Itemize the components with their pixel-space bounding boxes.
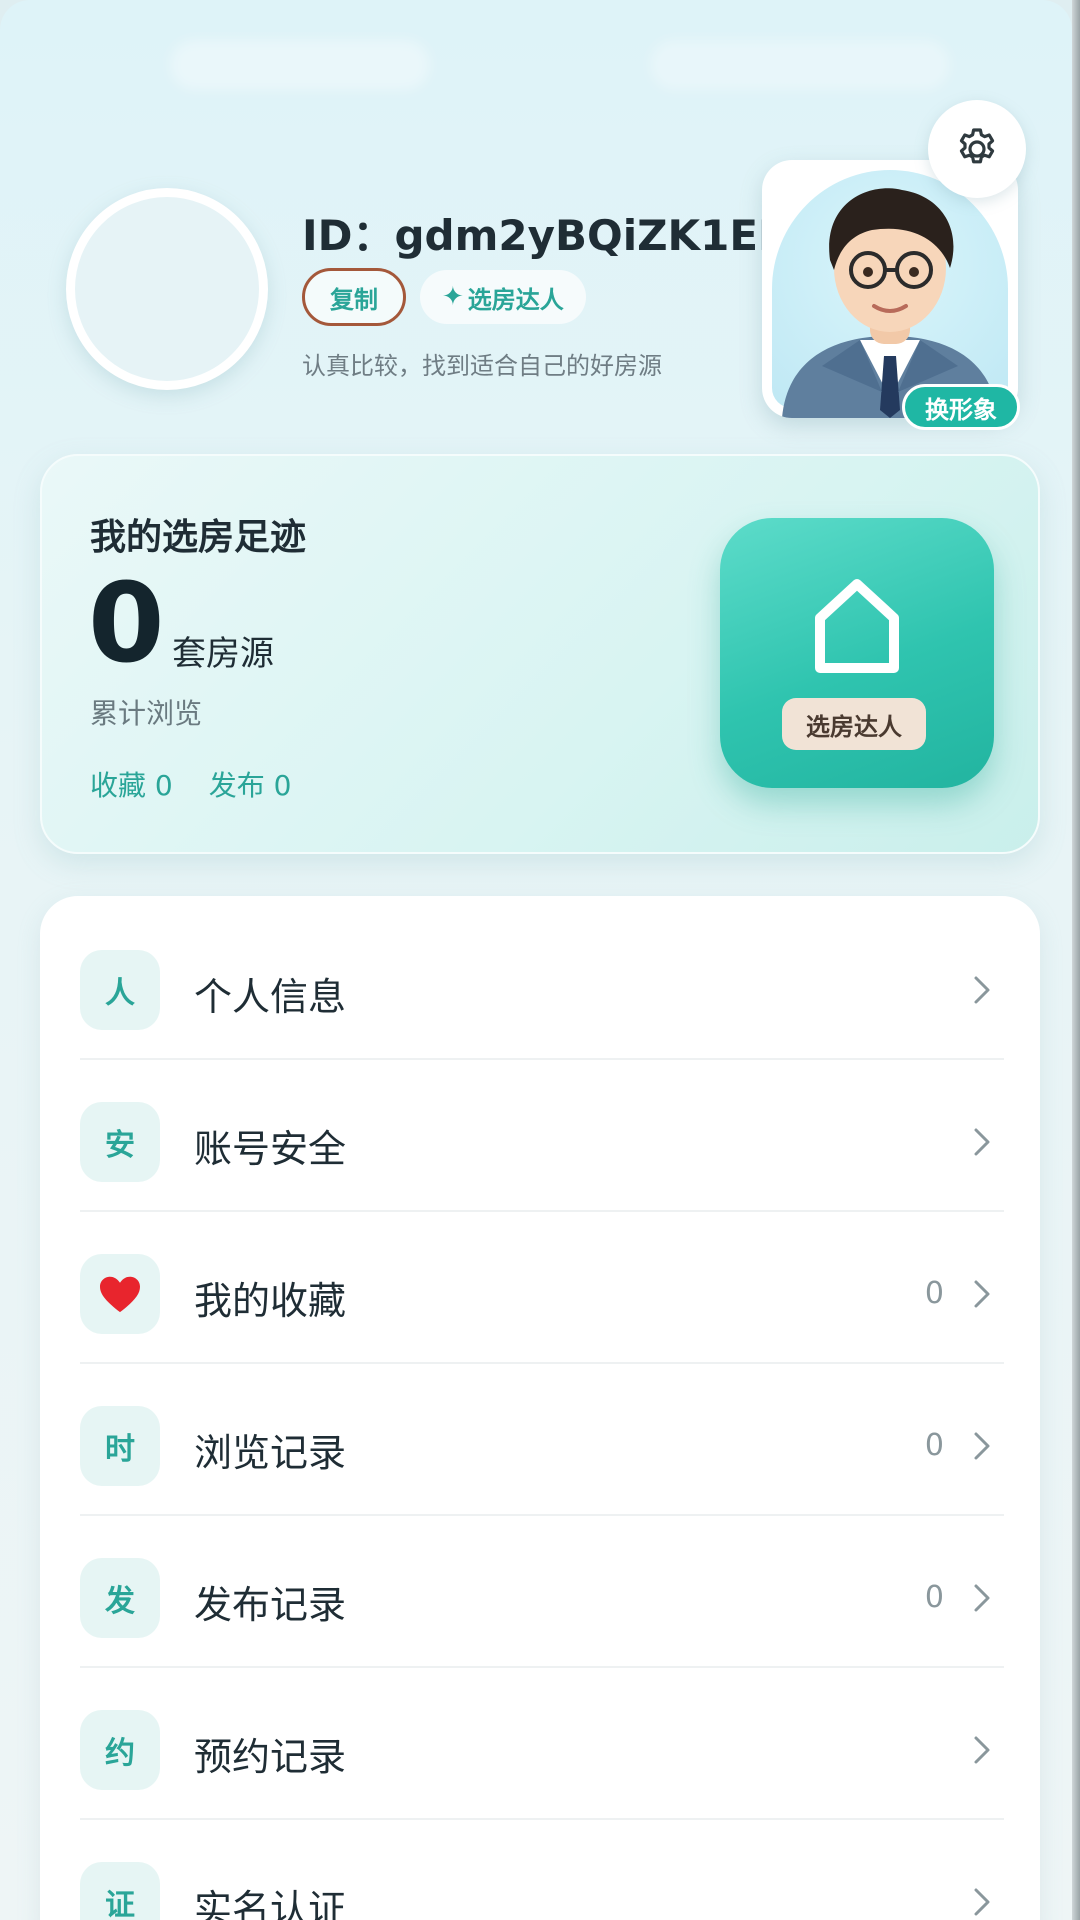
- certificate-icon: 证: [80, 1862, 160, 1920]
- menu-item-appointments[interactable]: 约 预约记录: [80, 1668, 1004, 1820]
- menu-item-label: 发布记录: [194, 1583, 347, 1627]
- browsed-unit: 套房源: [172, 634, 274, 674]
- sparkle-icon: ✦: [442, 282, 464, 312]
- menu-item-label: 账号安全: [194, 1127, 347, 1171]
- user-title-badge: ✦ 选房达人: [420, 270, 586, 324]
- cartoon-avatar-image: [782, 188, 998, 418]
- menu-item-real-name-verification[interactable]: 证 实名认证: [80, 1820, 1004, 1920]
- browsed-subtitle: 累计浏览: [90, 697, 203, 730]
- user-tagline: 认真比较，找到适合自己的好房源: [302, 352, 662, 380]
- profile-screen: ID：gdm2yBQiZK1EEYs 复制 ✦ 选房达人 认真比较，找到适合自己…: [0, 0, 1072, 1920]
- menu-item-label: 个人信息: [194, 975, 347, 1019]
- heart-icon: [80, 1254, 160, 1334]
- chevron-right-icon: [974, 1432, 990, 1460]
- appointment-icon: 约: [80, 1710, 160, 1790]
- chevron-right-icon: [974, 1128, 990, 1156]
- menu-item-browse-history[interactable]: 时 浏览记录 0: [80, 1364, 1004, 1516]
- chevron-right-icon: [974, 1584, 990, 1612]
- badge-label: 选房达人: [467, 285, 564, 314]
- menu-item-favorites[interactable]: 我的收藏 0: [80, 1212, 1004, 1364]
- copy-id-button[interactable]: 复制: [302, 268, 406, 326]
- security-icon: 安: [80, 1102, 160, 1182]
- avatar-card[interactable]: [762, 160, 1018, 418]
- chevron-right-icon: [974, 1888, 990, 1916]
- settings-button[interactable]: [928, 100, 1026, 198]
- chevron-right-icon: [974, 1280, 990, 1308]
- footprint-title: 我的选房足迹: [90, 517, 307, 558]
- menu-item-label: 实名认证: [194, 1887, 347, 1920]
- published-stat[interactable]: 发布 0: [209, 764, 292, 804]
- chevron-right-icon: [974, 976, 990, 1004]
- favorites-stat[interactable]: 收藏 0: [90, 764, 173, 804]
- status-bar-blur: [170, 40, 430, 90]
- footprint-stats: 收藏 0 发布 0: [90, 764, 291, 804]
- user-id: ID：gdm2yBQiZK1EEYs: [302, 211, 772, 260]
- menu-item-label: 我的收藏: [194, 1279, 347, 1323]
- menu-item-count: 0: [924, 1428, 944, 1463]
- status-bar-blur: [650, 40, 950, 90]
- clock-icon: 时: [80, 1406, 160, 1486]
- gear-icon: [959, 128, 995, 164]
- menu-item-count: 0: [924, 1580, 944, 1615]
- menu-item-count: 0: [924, 1276, 944, 1311]
- avatar-placeholder[interactable]: [66, 188, 268, 390]
- menu-item-account-security[interactable]: 安 账号安全: [80, 1060, 1004, 1212]
- menu-item-publish-history[interactable]: 发 发布记录 0: [80, 1516, 1004, 1668]
- chevron-right-icon: [974, 1736, 990, 1764]
- person-icon: 人: [80, 950, 160, 1030]
- menu-item-personal-info[interactable]: 人 个人信息: [80, 908, 1004, 1060]
- house-tile-label: 选房达人: [782, 698, 926, 750]
- browsed-count: 0: [88, 559, 165, 687]
- menu-item-label: 浏览记录: [194, 1431, 347, 1475]
- publish-icon: 发: [80, 1558, 160, 1638]
- change-avatar-button[interactable]: 换形象: [902, 384, 1020, 430]
- menu-item-label: 预约记录: [194, 1735, 347, 1779]
- device-edge: [1072, 0, 1080, 1920]
